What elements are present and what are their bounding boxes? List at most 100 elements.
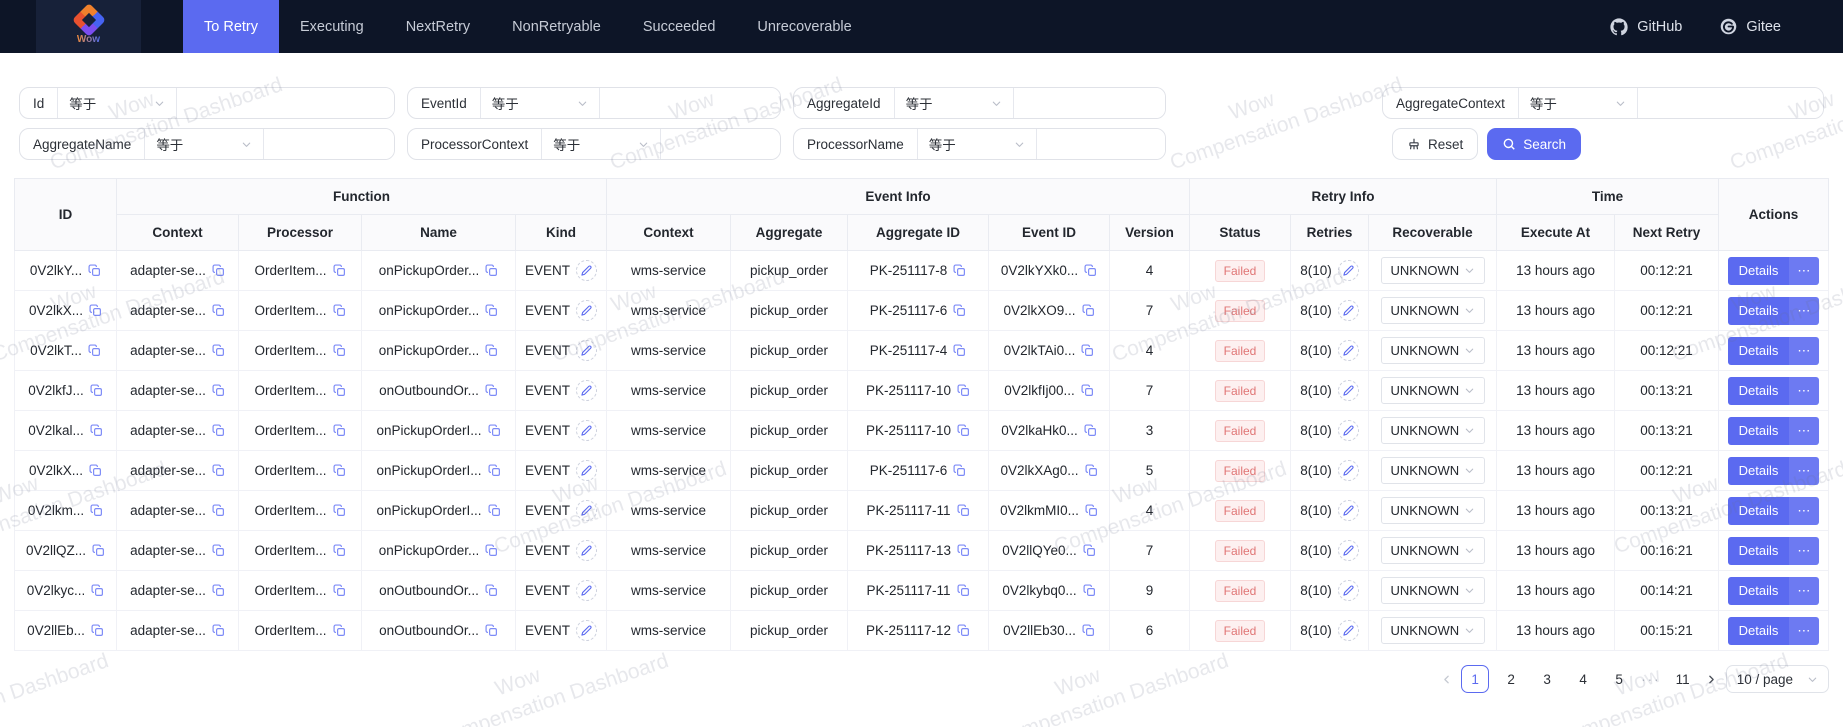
- edit-icon[interactable]: [576, 540, 597, 561]
- copy-icon[interactable]: [332, 264, 346, 277]
- next-page-button[interactable]: [1705, 673, 1718, 686]
- more-actions-button[interactable]: ⋯: [1789, 576, 1820, 605]
- edit-icon[interactable]: [576, 420, 597, 441]
- filter-operator-select[interactable]: 等于: [145, 129, 263, 159]
- edit-icon[interactable]: [1337, 620, 1359, 641]
- edit-icon[interactable]: [576, 620, 597, 641]
- copy-icon[interactable]: [953, 344, 966, 357]
- edit-icon[interactable]: [1337, 420, 1359, 441]
- more-actions-button[interactable]: ⋯: [1789, 456, 1820, 485]
- details-button[interactable]: Details: [1727, 536, 1790, 565]
- edit-icon[interactable]: [576, 380, 597, 401]
- edit-icon[interactable]: [1337, 540, 1359, 561]
- copy-icon[interactable]: [1081, 344, 1094, 357]
- copy-icon[interactable]: [212, 464, 225, 477]
- details-button[interactable]: Details: [1727, 456, 1790, 485]
- filter-value-input[interactable]: [264, 129, 394, 159]
- copy-icon[interactable]: [1084, 424, 1097, 437]
- details-button[interactable]: Details: [1727, 416, 1790, 445]
- copy-icon[interactable]: [488, 504, 501, 517]
- details-button[interactable]: Details: [1727, 296, 1790, 325]
- copy-icon[interactable]: [332, 504, 346, 517]
- page-button-4[interactable]: 4: [1569, 665, 1597, 693]
- edit-icon[interactable]: [1337, 300, 1359, 321]
- page-size-select[interactable]: 10 / page: [1725, 665, 1829, 693]
- edit-icon[interactable]: [1337, 500, 1359, 521]
- copy-icon[interactable]: [92, 544, 105, 557]
- more-actions-button[interactable]: ⋯: [1789, 416, 1820, 445]
- copy-icon[interactable]: [957, 384, 970, 397]
- edit-icon[interactable]: [1337, 380, 1359, 401]
- filter-operator-select[interactable]: 等于: [918, 129, 1036, 159]
- copy-icon[interactable]: [1085, 504, 1098, 517]
- more-actions-button[interactable]: ⋯: [1789, 376, 1820, 405]
- tab-executing[interactable]: Executing: [279, 0, 385, 53]
- copy-icon[interactable]: [1081, 384, 1094, 397]
- copy-icon[interactable]: [90, 424, 103, 437]
- copy-icon[interactable]: [485, 544, 498, 557]
- filter-value-input[interactable]: [1637, 88, 1823, 118]
- filter-operator-select[interactable]: 等于: [895, 88, 1013, 118]
- github-link[interactable]: GitHub: [1610, 17, 1682, 36]
- tab-unrecoverable[interactable]: Unrecoverable: [736, 0, 872, 53]
- copy-icon[interactable]: [1082, 304, 1095, 317]
- edit-icon[interactable]: [1337, 580, 1359, 601]
- more-actions-button[interactable]: ⋯: [1789, 496, 1820, 525]
- details-button[interactable]: Details: [1727, 256, 1790, 285]
- copy-icon[interactable]: [212, 344, 225, 357]
- copy-icon[interactable]: [212, 304, 225, 317]
- copy-icon[interactable]: [212, 624, 225, 637]
- search-button[interactable]: Search: [1487, 128, 1582, 160]
- page-button-3[interactable]: 3: [1533, 665, 1561, 693]
- recoverable-select[interactable]: UNKNOWN: [1380, 377, 1485, 404]
- copy-icon[interactable]: [957, 624, 970, 637]
- more-actions-button[interactable]: ⋯: [1789, 616, 1820, 645]
- details-button[interactable]: Details: [1727, 616, 1790, 645]
- recoverable-select[interactable]: UNKNOWN: [1380, 617, 1485, 644]
- page-button-5[interactable]: 5: [1605, 665, 1633, 693]
- edit-icon[interactable]: [1337, 460, 1359, 481]
- recoverable-select[interactable]: UNKNOWN: [1380, 337, 1485, 364]
- copy-icon[interactable]: [485, 264, 498, 277]
- recoverable-select[interactable]: UNKNOWN: [1380, 297, 1485, 324]
- details-button[interactable]: Details: [1727, 376, 1790, 405]
- filter-operator-select[interactable]: 等于: [542, 129, 660, 159]
- edit-icon[interactable]: [576, 260, 597, 281]
- recoverable-select[interactable]: UNKNOWN: [1380, 417, 1485, 444]
- more-actions-button[interactable]: ⋯: [1789, 336, 1820, 365]
- recoverable-select[interactable]: UNKNOWN: [1380, 537, 1485, 564]
- copy-icon[interactable]: [953, 264, 966, 277]
- tab-nextretry[interactable]: NextRetry: [385, 0, 491, 53]
- gitee-link[interactable]: Gitee: [1720, 18, 1781, 35]
- copy-icon[interactable]: [957, 544, 970, 557]
- copy-icon[interactable]: [953, 304, 966, 317]
- details-button[interactable]: Details: [1727, 496, 1790, 525]
- copy-icon[interactable]: [90, 384, 103, 397]
- copy-icon[interactable]: [212, 504, 225, 517]
- tab-succeeded[interactable]: Succeeded: [622, 0, 737, 53]
- tab-to-retry[interactable]: To Retry: [183, 0, 279, 53]
- copy-icon[interactable]: [332, 384, 346, 397]
- copy-icon[interactable]: [88, 264, 101, 277]
- page-button-2[interactable]: 2: [1497, 665, 1525, 693]
- copy-icon[interactable]: [332, 304, 346, 317]
- more-actions-button[interactable]: ⋯: [1789, 536, 1820, 565]
- edit-icon[interactable]: [576, 460, 597, 481]
- copy-icon[interactable]: [212, 544, 225, 557]
- edit-icon[interactable]: [576, 500, 597, 521]
- copy-icon[interactable]: [1083, 584, 1096, 597]
- copy-icon[interactable]: [957, 504, 970, 517]
- copy-icon[interactable]: [953, 464, 966, 477]
- more-actions-button[interactable]: ⋯: [1789, 296, 1820, 325]
- tab-nonretryable[interactable]: NonRetryable: [491, 0, 622, 53]
- more-actions-button[interactable]: ⋯: [1789, 256, 1820, 285]
- copy-icon[interactable]: [1083, 544, 1096, 557]
- page-button-1[interactable]: 1: [1461, 665, 1490, 693]
- copy-icon[interactable]: [332, 464, 346, 477]
- edit-icon[interactable]: [576, 580, 597, 601]
- copy-icon[interactable]: [957, 584, 970, 597]
- copy-icon[interactable]: [485, 304, 498, 317]
- reset-button[interactable]: Reset: [1392, 128, 1479, 160]
- copy-icon[interactable]: [485, 384, 498, 397]
- copy-icon[interactable]: [212, 384, 225, 397]
